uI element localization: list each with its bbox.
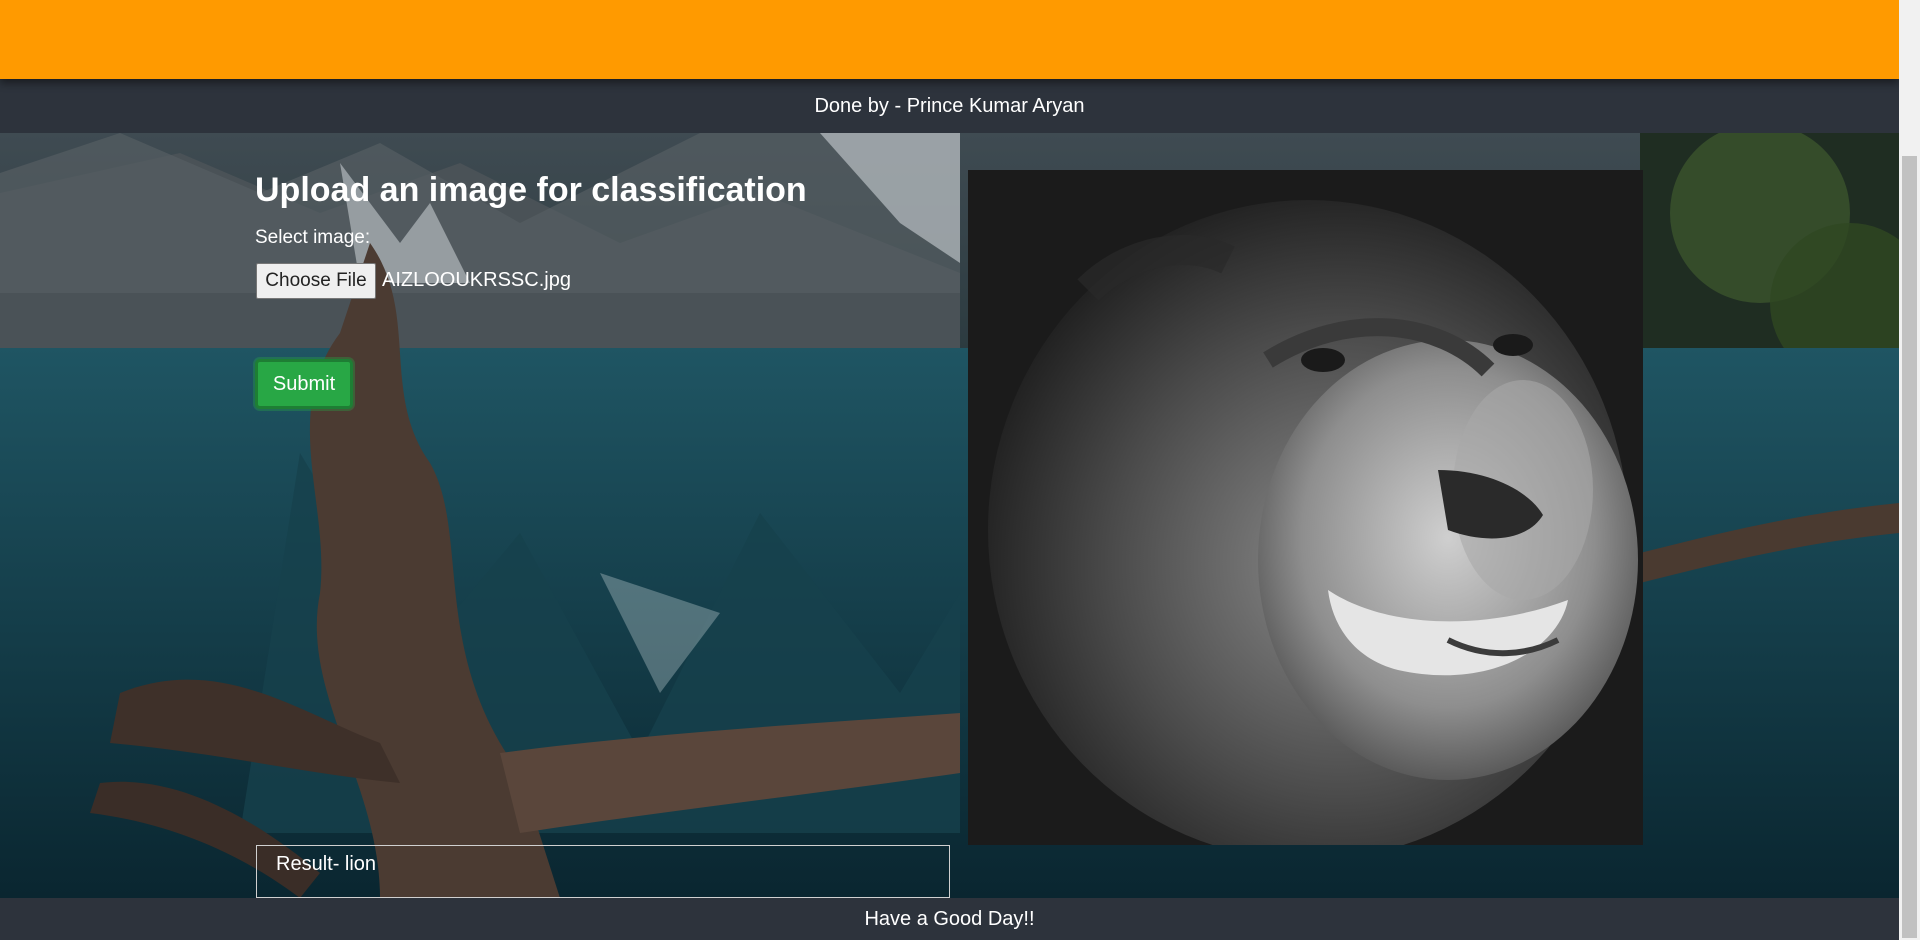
selected-file-name: AIZLOOUKRSSC.jpg [382, 269, 571, 291]
select-image-label: Select image: [255, 227, 371, 248]
submit-button[interactable]: Submit [255, 359, 353, 409]
lion-photo [968, 170, 1643, 845]
header-bar: Done by - Prince Kumar Aryan [0, 79, 1899, 133]
footer-bar: Have a Good Day!! [0, 898, 1899, 940]
page-title: Upload an image for classification [255, 171, 807, 209]
result-box: Result- lion [256, 845, 950, 898]
choose-file-label: Choose File [265, 270, 367, 291]
submit-label: Submit [272, 372, 336, 395]
choose-file-button[interactable]: Choose File [256, 263, 376, 299]
uploaded-image-preview [968, 170, 1643, 845]
footer-text: Have a Good Day!! [864, 907, 1035, 930]
scrollbar-thumb[interactable] [1902, 156, 1917, 938]
main-content: Upload an image for classification Selec… [0, 133, 1899, 898]
vertical-scrollbar[interactable] [1899, 0, 1920, 940]
top-banner [0, 0, 1899, 79]
author-credit: Done by - Prince Kumar Aryan [814, 94, 1085, 117]
result-text: Result- lion [276, 853, 377, 875]
